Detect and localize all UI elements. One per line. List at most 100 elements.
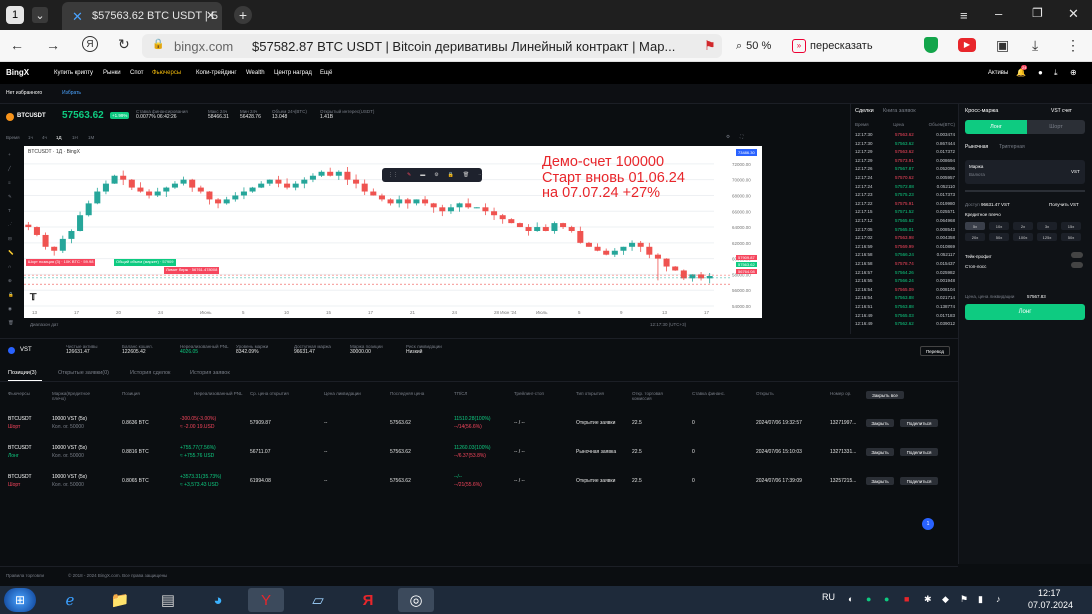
position-sl[interactable]: --/6.37(53.8%): [454, 453, 486, 459]
tab-open-orders[interactable]: Открытые заявки(0): [58, 370, 109, 376]
amount-slider[interactable]: [965, 190, 1085, 192]
margin-input[interactable]: Маржа Валюта VST: [965, 160, 1085, 184]
measure-icon[interactable]: ⊟: [8, 236, 12, 242]
zoom-indicator[interactable]: ⌕ 50 %: [736, 36, 771, 56]
float-delete-icon[interactable]: 🗑: [463, 172, 469, 178]
leverage-option[interactable]: 50x: [1061, 233, 1081, 241]
restore-icon[interactable]: ❐: [1032, 6, 1043, 20]
yandex-icon[interactable]: Я: [82, 36, 98, 52]
tab-count-icon[interactable]: 1: [6, 6, 24, 24]
clock-time[interactable]: 12:17: [1038, 588, 1061, 598]
brush-icon[interactable]: ✎: [8, 194, 12, 200]
share-position-button[interactable]: Поделиться: [900, 448, 938, 456]
nav-buy-crypto[interactable]: Купить крипту: [54, 70, 93, 76]
downloads-icon[interactable]: ⤓: [1032, 37, 1038, 54]
tray-icon-5[interactable]: ◆: [942, 594, 949, 605]
get-vst-link[interactable]: Получить VST: [1049, 202, 1079, 207]
account-currency[interactable]: VST: [20, 347, 32, 353]
float-more-icon[interactable]: ⋯: [478, 172, 483, 178]
share-position-button[interactable]: Поделиться: [900, 419, 938, 427]
trades-tab[interactable]: Сделки: [855, 108, 874, 114]
close-all-button[interactable]: Закрыть все: [866, 391, 904, 399]
orderbook-tab[interactable]: Книга заявок: [883, 108, 916, 114]
minimize-icon[interactable]: –: [995, 6, 1002, 21]
leverage-option[interactable]: 20x: [965, 233, 985, 241]
tray-icon-3[interactable]: ●: [884, 594, 889, 604]
ticker-symbol[interactable]: BTCUSDT: [17, 113, 46, 119]
trash-icon[interactable]: 🗑: [8, 320, 14, 326]
close-position-button[interactable]: Закрыть: [866, 448, 894, 456]
account-select[interactable]: VST счет: [1051, 108, 1072, 114]
position-tp[interactable]: 11510.28(100%): [454, 416, 491, 422]
leverage-option[interactable]: 10x: [989, 222, 1009, 230]
position-sl[interactable]: --/14(56.6%): [454, 424, 482, 430]
leverage-option[interactable]: 125x: [1037, 233, 1057, 241]
user-icon[interactable]: ●: [1038, 68, 1043, 77]
active-tab[interactable]: ✕ $57563.62 BTC USDT | Б ✕: [62, 2, 222, 30]
limit-label[interactable]: Лимит бирж · 56761.478008: [164, 267, 220, 274]
short-tab[interactable]: Шорт: [1027, 120, 1085, 134]
date-range-button[interactable]: Диапазон дат: [30, 322, 58, 327]
yandex-browser-icon[interactable]: Y: [248, 588, 284, 612]
leverage-option[interactable]: 15x: [1061, 222, 1081, 230]
position-symbol[interactable]: BTCUSDT: [8, 445, 32, 451]
bookmark-icon[interactable]: ⚑: [704, 38, 716, 54]
add-favorite-link[interactable]: Избрать: [62, 90, 81, 96]
tab-positions[interactable]: Позиции(3): [8, 370, 37, 376]
position-trailing-stop[interactable]: -- / --: [514, 449, 525, 455]
interval-1m[interactable]: 1М: [88, 135, 94, 140]
tray-icon-2[interactable]: ●: [866, 594, 871, 604]
take-profit-toggle[interactable]: [1071, 252, 1083, 258]
position-tp[interactable]: --/--: [454, 474, 462, 480]
nav-wealth[interactable]: Wealth: [246, 70, 265, 76]
menu-icon[interactable]: ≡: [960, 8, 968, 23]
nav-more[interactable]: Ещё: [320, 70, 332, 76]
nav-futures[interactable]: Фьючерсы: [152, 70, 181, 76]
leverage-option[interactable]: 100x: [1013, 233, 1033, 241]
tabs-dropdown-icon[interactable]: ⌄: [32, 7, 48, 23]
tab-trade-history[interactable]: История сделок: [130, 370, 170, 376]
share-position-button[interactable]: Поделиться: [900, 477, 938, 485]
more-menu-icon[interactable]: ⋮: [1066, 37, 1080, 54]
bingx-logo[interactable]: BingX: [6, 68, 29, 77]
app-icon-generic[interactable]: ▤: [150, 588, 186, 612]
language-indicator[interactable]: RU: [822, 592, 835, 602]
total-volume-label[interactable]: Общий объем (маркет) · 57909: [114, 259, 176, 266]
close-position-button[interactable]: Закрыть: [866, 477, 894, 485]
float-drag-icon[interactable]: ⋮⋮: [388, 172, 398, 178]
leverage-option[interactable]: 3x: [1037, 222, 1057, 230]
obs-icon[interactable]: ◎: [398, 588, 434, 612]
back-icon[interactable]: ←: [10, 37, 24, 53]
flag-icon[interactable]: ⚑: [960, 594, 968, 605]
shield-icon[interactable]: [924, 37, 938, 53]
start-icon[interactable]: ⊞: [4, 588, 36, 612]
fib-icon[interactable]: ≡: [8, 180, 11, 185]
float-color-icon[interactable]: ▬: [420, 172, 425, 178]
forward-icon[interactable]: →: [46, 37, 60, 53]
nav-markets[interactable]: Рынки: [103, 70, 121, 76]
interval-time[interactable]: Время: [6, 135, 20, 140]
trigger-type-tab[interactable]: Триггерная: [999, 144, 1025, 150]
market-type-tab[interactable]: Рыночная: [965, 144, 988, 150]
globe-icon[interactable]: ⊕: [1070, 68, 1077, 77]
tab-order-history[interactable]: История заявок: [190, 370, 230, 376]
interval-1d[interactable]: 1Д: [56, 135, 62, 140]
float-lock-icon[interactable]: 🔒: [448, 172, 454, 178]
long-tab[interactable]: Лонг: [965, 120, 1027, 134]
volume-icon[interactable]: ♪: [996, 594, 1001, 604]
battery-icon[interactable]: ▮: [978, 594, 983, 605]
download-app-icon[interactable]: ⤓: [1054, 68, 1058, 78]
position-tp[interactable]: 11260.03(100%): [454, 445, 491, 451]
float-settings-icon[interactable]: ⚙: [434, 172, 438, 178]
app-icon-files[interactable]: ▱: [300, 588, 336, 612]
assets-link[interactable]: Активы: [988, 70, 1008, 76]
position-symbol[interactable]: BTCUSDT: [8, 416, 32, 422]
crosshair-icon[interactable]: +: [8, 152, 11, 157]
reload-icon[interactable]: ↻: [118, 36, 130, 53]
retell-button[interactable]: » пересказать: [792, 36, 873, 56]
interval-4h[interactable]: 4ч: [42, 135, 47, 140]
margin-mode-select[interactable]: Кросс-маржа: [965, 108, 998, 114]
new-tab-icon[interactable]: +: [234, 6, 252, 24]
float-pen-icon[interactable]: ✎: [407, 172, 411, 178]
explorer-icon[interactable]: 📁: [102, 588, 138, 612]
